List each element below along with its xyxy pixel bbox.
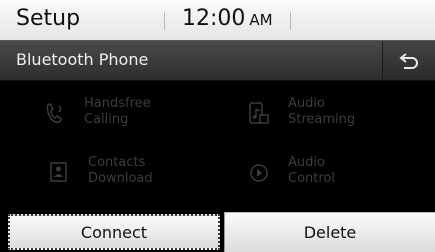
label-line-2: Download (88, 171, 153, 186)
audio-control-icon (250, 164, 268, 182)
label-line-2: Control (288, 171, 335, 186)
handsfree-phone-icon (46, 103, 62, 123)
status-divider-left (164, 12, 165, 30)
label-line-1: Handsfree (84, 96, 151, 111)
page-title: Bluetooth Phone (16, 50, 149, 69)
back-arrow-icon (399, 52, 418, 69)
menu-item-label: Contacts Download (88, 155, 153, 187)
contacts-icon (50, 162, 67, 182)
screen-title: Setup (16, 6, 81, 31)
clock-time: 12:00 (182, 6, 246, 31)
label-line-2: Calling (84, 112, 129, 127)
back-button[interactable] (382, 41, 435, 80)
delete-button[interactable]: Delete (224, 212, 435, 252)
label-line-1: Audio (288, 155, 325, 170)
label-line-1: Contacts (88, 155, 146, 170)
status-bar: Setup 12:00 AM (0, 0, 435, 40)
label-line-1: Audio (288, 96, 325, 111)
bluetooth-setup-screen: Setup 12:00 AM Bluetooth Phone Handsfree … (0, 0, 435, 252)
clock: 12:00 AM (182, 5, 273, 34)
connect-button[interactable]: Connect (8, 214, 220, 250)
clock-ampm: AM (249, 11, 273, 29)
header-bar: Bluetooth Phone (0, 40, 435, 81)
menu-item-label: Audio Streaming (288, 96, 355, 128)
audio-streaming-icon (249, 102, 269, 124)
status-divider-right (290, 12, 291, 30)
label-line-2: Streaming (288, 112, 356, 127)
menu-item-label: Handsfree Calling (84, 96, 151, 128)
menu-item-label: Audio Control (288, 155, 335, 187)
action-button-bar: Connect Delete (0, 212, 435, 252)
